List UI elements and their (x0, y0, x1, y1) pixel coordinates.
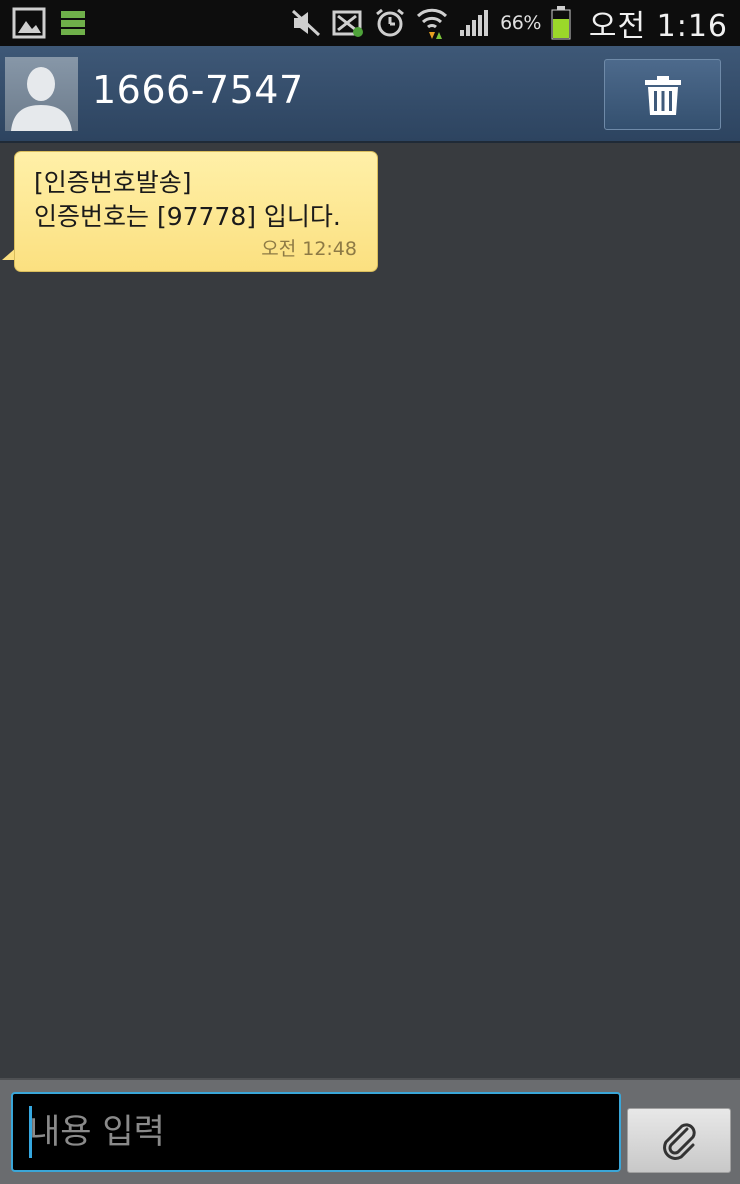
status-clock: 오전 1:16 (588, 9, 728, 44)
delete-thread-button[interactable] (604, 59, 721, 130)
message-timestamp: 오전 12:48 (261, 238, 357, 260)
trash-icon (644, 75, 681, 115)
conversation-header: 1666-7547 (0, 46, 740, 143)
received-message-bubble[interactable]: [인증번호발송] 인증번호는 [97778] 입니다. 오전 12:48 (14, 151, 378, 272)
cross-app-icon (332, 8, 364, 38)
storage-icon (60, 10, 86, 36)
composer-bar (0, 1078, 740, 1184)
message-screen: 66% 오전 1:16 1666-7547 [인증번호발송] 인증번호는 [97… (0, 0, 740, 1184)
message-list[interactable]: [인증번호발송] 인증번호는 [97778] 입니다. 오전 12:48 (0, 143, 740, 1078)
contact-name: 1666-7547 (92, 68, 304, 112)
gallery-icon (12, 7, 46, 39)
attach-button[interactable] (627, 1108, 731, 1173)
signal-icon (458, 8, 490, 38)
text-cursor (29, 1106, 32, 1158)
paperclip-icon (663, 1122, 696, 1160)
battery-icon (551, 6, 571, 40)
person-silhouette-icon (11, 67, 72, 131)
mute-icon (290, 8, 322, 38)
message-input[interactable] (11, 1092, 621, 1172)
message-line-2: 인증번호는 [97778] 입니다. (34, 202, 341, 231)
alarm-icon (374, 7, 406, 39)
contact-avatar[interactable] (5, 57, 78, 131)
message-line-1: [인증번호발송] (34, 168, 192, 197)
wifi-icon (416, 6, 448, 40)
status-bar: 66% 오전 1:16 (0, 0, 740, 46)
battery-percent: 66% (500, 12, 541, 34)
